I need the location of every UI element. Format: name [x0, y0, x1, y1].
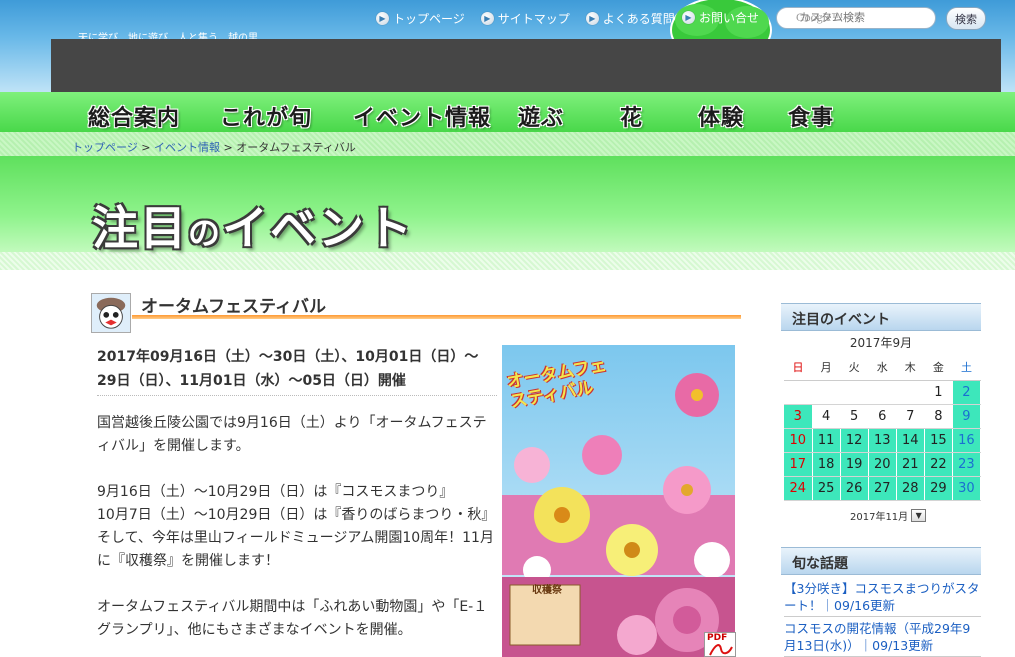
nav-item-events[interactable]: イベント情報 — [353, 100, 491, 132]
breadcrumb-separator: > — [141, 141, 151, 154]
calendar-day[interactable]: 13 — [868, 428, 897, 453]
arrow-circle-icon: ▶ — [585, 11, 599, 25]
nav-item-in-season[interactable]: これが旬 — [220, 100, 312, 132]
breadcrumb-events[interactable]: イベント情報 — [154, 141, 220, 154]
calendar-day[interactable]: 23 — [952, 452, 982, 477]
page-title-main: 注目 — [92, 201, 188, 255]
calendar-weekday: 木 — [896, 354, 925, 381]
calendar-day[interactable]: 18 — [812, 452, 841, 477]
calendar-day[interactable]: 22 — [924, 452, 953, 477]
nav-item-flowers[interactable]: 花 — [620, 100, 643, 132]
mascot-icon — [91, 293, 131, 333]
calendar-day[interactable]: 27 — [868, 476, 897, 501]
calendar-weekday: 土 — [952, 354, 981, 381]
calendar-weekday: 金 — [924, 354, 953, 381]
search-button[interactable]: 検索 — [946, 7, 986, 30]
page-title-particle: の — [188, 214, 223, 252]
calendar-day[interactable]: 15 — [924, 428, 953, 453]
breadcrumb: トップページ > イベント情報 > オータムフェスティバル — [72, 139, 356, 155]
calendar-day[interactable]: 16 — [952, 428, 982, 453]
poster-harvest-label: 収穫祭 — [532, 585, 562, 596]
arrow-circle-icon: ▶ — [376, 11, 389, 25]
link-label: サイトマップ — [497, 11, 570, 26]
calendar-day[interactable]: 20 — [868, 452, 897, 477]
calendar-day[interactable]: 12 — [840, 428, 869, 453]
calendar-day — [812, 380, 841, 405]
calendar-day[interactable]: 29 — [924, 476, 953, 501]
calendar-day: 7 — [896, 404, 925, 429]
breadcrumb-top[interactable]: トップページ — [72, 141, 138, 154]
calendar-day[interactable]: 11 — [812, 428, 841, 453]
event-poster[interactable]: オータムフェスティバル 収穫祭 — [502, 345, 735, 657]
arrow-circle-icon: ▶ — [480, 11, 494, 25]
calendar-day[interactable]: 26 — [840, 476, 869, 501]
article-body: 国営越後丘陵公園では9月16日（土）より「オータムフェスティバル」を開催します。… — [97, 412, 497, 657]
calendar-heading: 注目のイベント — [781, 303, 981, 331]
link-faq[interactable]: ▶ よくある質問 — [585, 9, 675, 27]
title-underline — [132, 315, 741, 319]
nav-item-experience[interactable]: 体験 — [698, 100, 744, 132]
link-top-page[interactable]: ▶ トップページ — [376, 9, 465, 27]
calendar-day: 1 — [924, 380, 953, 405]
calendar-day — [868, 380, 897, 405]
calendar-day[interactable]: 2 — [952, 380, 982, 405]
contact-link[interactable]: ▶ お問い合せ — [682, 9, 759, 26]
page-title-rest: イベント — [222, 201, 415, 255]
contact-label: お問い合せ — [699, 11, 760, 25]
event-dates: 2017年09月16日（土）～30日（土）、10月01日（日）～29日（日）、1… — [97, 345, 497, 396]
calendar-day[interactable]: 24 — [784, 476, 813, 501]
breadcrumb-separator: > — [223, 141, 233, 154]
calendar-day: 5 — [840, 404, 869, 429]
event-calendar: 日月火水木金土 1 2 3 4 5 6 7 8 9 10 11 12 13 14 15 16 17 18 19 20 2… — [784, 354, 982, 501]
calendar-day: 6 — [868, 404, 897, 429]
pdf-icon[interactable]: PDF — [704, 632, 736, 657]
acrobat-mark — [709, 644, 733, 656]
article-title: オータムフェスティバル — [141, 297, 326, 317]
calendar-day: 8 — [924, 404, 953, 429]
calendar-day — [784, 380, 813, 405]
page-title: 注目のイベント — [92, 192, 414, 258]
calendar-day[interactable]: 14 — [896, 428, 925, 453]
calendar-month: 2017年9月 — [849, 336, 913, 350]
calendar-weekday: 水 — [868, 354, 897, 381]
nav-item-general[interactable]: 総合案内 — [88, 100, 180, 132]
calendar-day[interactable]: 10 — [784, 428, 813, 453]
article-paragraph: 9月16日（土）～10月29日（日）は『コスモスまつり』 10月7日（土）～10… — [97, 484, 496, 569]
link-label: よくある質問 — [602, 11, 675, 26]
topics-heading: 旬な話題 — [781, 547, 981, 575]
month-select[interactable]: 2017年11月 ▼ — [850, 508, 927, 523]
topic-link[interactable]: 【3分咲き】コスモスまつりがスタート！｜09/16更新 — [784, 580, 981, 617]
nav-item-play[interactable]: 遊ぶ — [518, 100, 564, 132]
calendar-day — [840, 380, 869, 405]
calendar-weekday: 火 — [840, 354, 869, 381]
link-label: トップページ — [393, 11, 465, 26]
topic-link[interactable]: コスモスの開花情報（平成29年9月13日(水)）｜09/13更新 — [784, 620, 981, 657]
calendar-day[interactable]: 28 — [896, 476, 925, 501]
breadcrumb-current: オータムフェスティバル — [236, 141, 356, 154]
calendar-day — [896, 380, 925, 405]
calendar-day[interactable]: 3 — [784, 404, 813, 429]
article-paragraph: 国営越後丘陵公園では9月16日（土）より「オータムフェスティバル」を開催します。 — [97, 415, 487, 454]
calendar-day[interactable]: 17 — [784, 452, 813, 477]
calendar-day[interactable]: 30 — [952, 476, 982, 501]
calendar-day[interactable]: 9 — [952, 404, 982, 429]
month-select-value: 2017年11月 — [850, 512, 909, 523]
chevron-down-icon[interactable]: ▼ — [911, 509, 927, 522]
calendar-weekday: 日 — [784, 354, 813, 381]
calendar-day: 4 — [812, 404, 841, 429]
arrow-circle-icon: ▶ — [682, 11, 695, 24]
article-paragraph: オータムフェスティバル期間中は「ふれあい動物園」や「E-１グランプリ」、他にもさ… — [97, 599, 488, 638]
calendar-weekday: 月 — [812, 354, 841, 381]
calendar-day[interactable]: 21 — [896, 452, 925, 477]
nav-item-dining[interactable]: 食事 — [788, 100, 834, 132]
header-banner — [51, 39, 1001, 92]
utility-links: ▶ トップページ ▶ サイトマップ ▶ よくある質問 — [376, 9, 691, 27]
link-sitemap[interactable]: ▶ サイトマップ — [480, 9, 570, 27]
calendar-day[interactable]: 19 — [840, 452, 869, 477]
calendar-day[interactable]: 25 — [812, 476, 841, 501]
search-input[interactable] — [776, 7, 936, 29]
